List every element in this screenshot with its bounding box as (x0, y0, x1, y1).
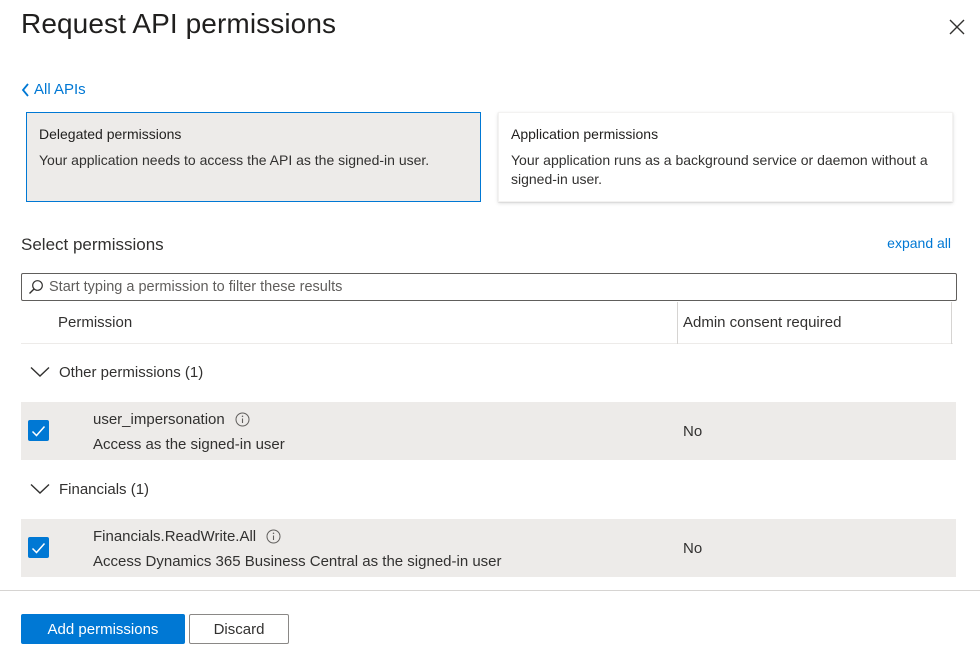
application-permissions-description: Your application runs as a background se… (511, 152, 928, 187)
column-divider[interactable] (677, 302, 678, 344)
table-row[interactable]: Financials.ReadWrite.All Access Dynamics… (21, 519, 956, 577)
application-permissions-title: Application permissions (511, 126, 659, 142)
permission-name: user_impersonation (93, 411, 250, 428)
close-icon (949, 19, 965, 35)
group-header-financials[interactable]: Financials (1) (21, 474, 621, 504)
search-icon (29, 280, 43, 294)
chevron-down-icon (30, 366, 50, 377)
permission-name-text: user_impersonation (93, 411, 225, 428)
chevron-left-icon (21, 82, 29, 97)
permission-search-input[interactable] (49, 279, 929, 295)
expand-all-link[interactable]: expand all (887, 235, 951, 251)
page-title: Request API permissions (21, 8, 337, 39)
permission-name: Financials.ReadWrite.All (93, 528, 281, 545)
all-apis-label: All APIs (34, 81, 86, 98)
application-permissions-card[interactable]: Application permissions Your application… (498, 112, 953, 202)
permission-checkbox[interactable] (28, 537, 49, 558)
permission-description: Access Dynamics 365 Business Central as … (93, 553, 502, 570)
permission-checkbox[interactable] (28, 420, 49, 441)
group-label: Financials (1) (59, 480, 150, 498)
checkmark-icon (31, 542, 46, 554)
permissions-table-header: Permission Admin consent required (21, 302, 953, 344)
admin-consent-value: No (683, 540, 703, 557)
column-header-permission[interactable]: Permission (58, 314, 132, 331)
all-apis-link[interactable]: All APIs (21, 81, 86, 98)
admin-consent-value: No (683, 423, 703, 440)
delegated-permissions-title: Delegated permissions (39, 126, 182, 142)
permission-description: Access as the signed-in user (93, 436, 285, 453)
info-icon[interactable] (266, 529, 281, 544)
footer-divider (0, 590, 980, 591)
group-header-other-permissions[interactable]: Other permissions (1) (21, 357, 621, 387)
table-row[interactable]: user_impersonation Access as the signed-… (21, 402, 956, 460)
permission-search-box[interactable] (21, 273, 957, 301)
column-divider[interactable] (951, 302, 952, 344)
delegated-permissions-description: Your application needs to access the API… (39, 152, 430, 168)
delegated-permissions-card[interactable]: Delegated permissions Your application n… (26, 112, 481, 202)
chevron-down-icon (30, 483, 50, 494)
add-permissions-button[interactable]: Add permissions (21, 614, 185, 644)
select-permissions-heading: Select permissions (21, 235, 164, 254)
column-header-admin-consent[interactable]: Admin consent required (683, 314, 841, 331)
discard-button[interactable]: Discard (189, 614, 289, 644)
checkmark-icon (31, 425, 46, 437)
group-label: Other permissions (1) (59, 363, 204, 381)
permission-name-text: Financials.ReadWrite.All (93, 528, 257, 545)
info-icon[interactable] (235, 412, 250, 427)
close-button[interactable] (942, 12, 972, 42)
